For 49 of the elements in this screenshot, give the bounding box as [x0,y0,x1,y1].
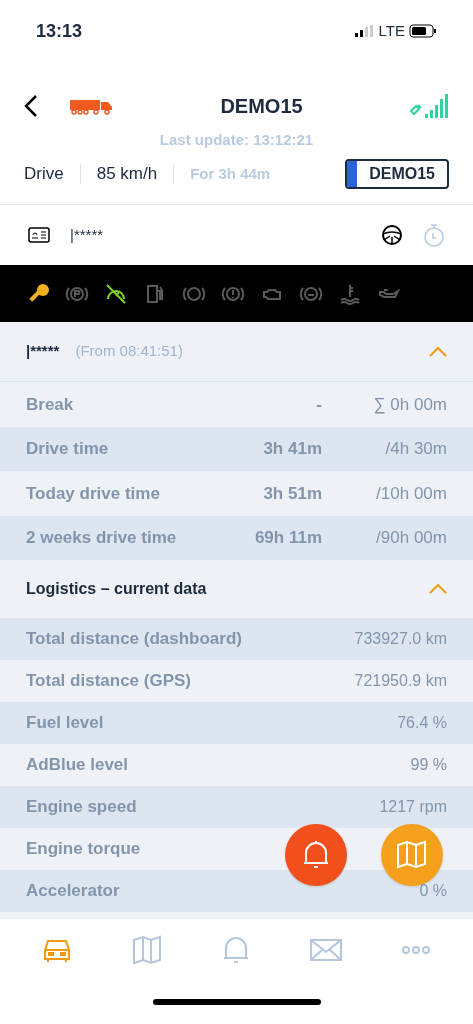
row-limit: /90h 00m [375,527,447,549]
last-update-text: Last update: 13:12:21 [159,131,314,148]
battery-icon [409,24,437,38]
row-limit: /10h 00m [375,482,447,505]
row-label: Total distance (dashboard) [26,628,242,651]
row-value: - [315,393,322,416]
row-label: Accelerator [26,880,120,903]
duration-text: For 3h 44m [190,163,271,184]
row-value: 733927.0 km [354,629,447,649]
id-card-icon [28,227,50,243]
signal-icon [354,25,375,37]
truck-icon [70,97,114,115]
back-icon[interactable] [24,95,38,117]
row-label: Break [26,393,75,416]
chevron-icon[interactable] [429,346,447,357]
drive-state: Drive [24,163,64,186]
row-value: 1217 rpm [379,797,447,817]
driver-section-name: |***** [26,341,60,362]
since-text: (From 08:41:51) [75,341,184,362]
speed-text: 85 km/h [96,163,158,186]
network-label: LTE [378,20,405,41]
row-label: Total distance (GPS) [26,670,191,693]
row-value: 76.4 % [397,713,447,733]
row-label: Today drive time [26,482,161,505]
vehicle-title: DEMO15 [219,94,304,119]
status-time: 13:13 [36,19,83,43]
row-limit: ∑ 0h 00m [372,393,447,416]
row-label: AdBlue level [26,754,129,777]
row-label: Fuel level [26,712,104,735]
row-label: Drive time [26,438,110,460]
row-label: 2 weeks drive time [26,527,178,549]
map-icon [396,840,428,870]
row-value: 3h 51m [262,482,322,505]
row-value: 721950.9 km [354,671,447,691]
gps-signal-icon [409,93,449,119]
row-value: 3h 41m [262,438,322,460]
row-value: 69h 11m [253,527,322,549]
driver-name: |***** [70,224,105,245]
chevron-icon[interactable] [429,584,447,594]
stopwatch-icon [423,223,445,247]
row-label: Engine speed [26,796,137,819]
row-limit: /4h 30m [384,438,447,460]
license-plate: DEMO15 [345,159,449,189]
section-title: Logistics – current data [26,579,208,599]
row-value: 99 % [410,755,447,775]
row-label: Engine torque [26,838,141,861]
bell-icon [301,839,331,871]
steering-wheel-icon [381,224,403,246]
row-value: 0 % [419,881,447,901]
